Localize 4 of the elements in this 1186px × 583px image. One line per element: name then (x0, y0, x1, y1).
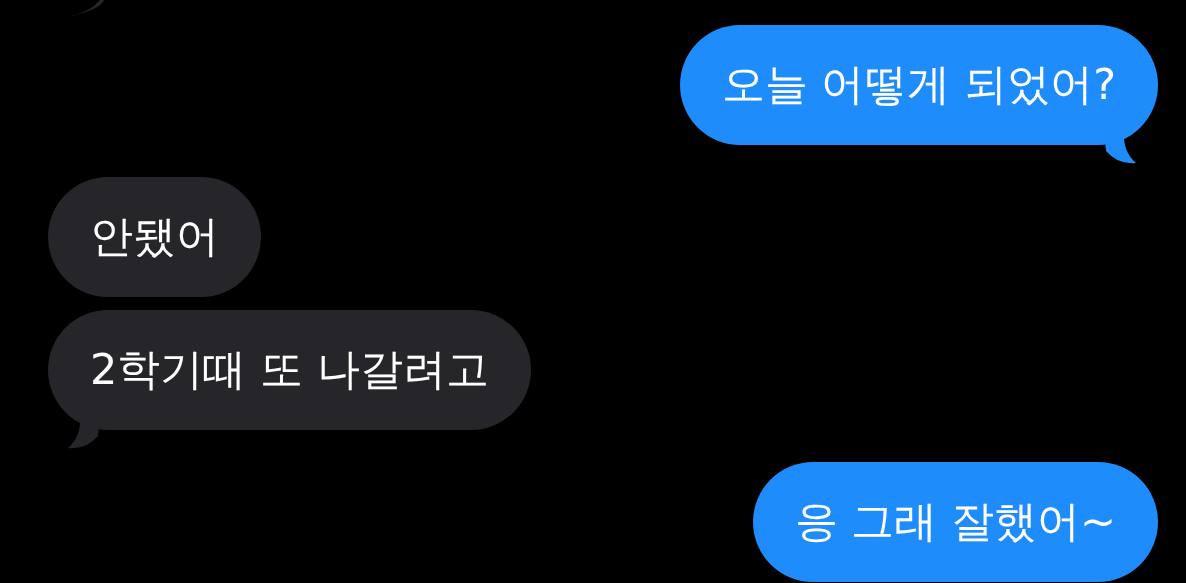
message-bubble: 2학기때 또 나갈려고 (48, 310, 531, 430)
message-bubble: 응 그래 잘했어~ (752, 462, 1158, 582)
message-bubble: 오늘 어떻게 되었어? (679, 25, 1158, 145)
message-bubble: 안됐어 (48, 177, 261, 297)
